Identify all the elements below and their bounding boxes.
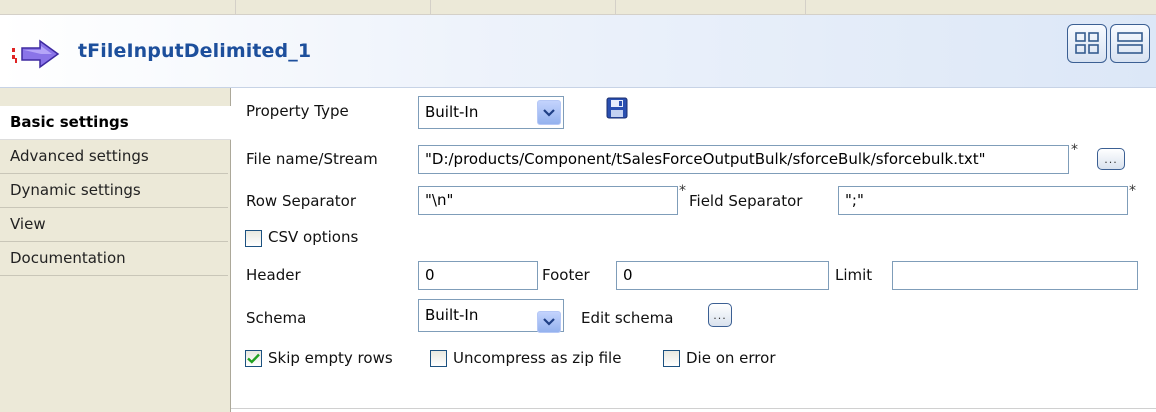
skip-empty-rows-label: Skip empty rows [268, 349, 393, 367]
file-name-label: File name/Stream [246, 150, 378, 168]
top-toolbar-strip [0, 0, 1156, 15]
list-layout-icon [1117, 32, 1143, 54]
file-name-required-mark: * [1071, 142, 1078, 158]
property-type-select[interactable]: Built-In [418, 96, 564, 129]
field-separator-label: Field Separator [689, 192, 803, 210]
settings-sidebar: Basic settings Advanced settings Dynamic… [0, 88, 231, 412]
file-input-delimited-icon [12, 39, 60, 69]
tab-basic-settings[interactable]: Basic settings [0, 106, 231, 140]
floppy-disk-icon[interactable] [606, 97, 628, 119]
strip-divider [805, 0, 806, 14]
die-on-error-checkbox[interactable] [663, 350, 680, 367]
panel-bottom-border [231, 408, 1156, 409]
grid-layout-button[interactable] [1067, 24, 1107, 63]
file-name-input[interactable]: "D:/products/Component/tSalesForceOutput… [418, 145, 1069, 174]
chevron-down-icon[interactable] [537, 311, 561, 333]
field-separator-required-mark: * [1129, 183, 1136, 199]
checkmark-icon [247, 353, 260, 364]
row-separator-label: Row Separator [246, 192, 357, 210]
schema-select[interactable]: Built-In [418, 299, 564, 333]
grid-layout-icon [1075, 32, 1099, 54]
limit-label: Limit [835, 266, 873, 284]
strip-divider [615, 0, 616, 14]
schema-value: Built-In [425, 306, 479, 324]
skip-empty-rows-checkbox[interactable] [245, 350, 262, 367]
property-type-label: Property Type [246, 102, 349, 120]
component-header: tFileInputDelimited_1 [0, 15, 1156, 88]
csv-options-checkbox[interactable] [245, 230, 262, 247]
tab-view[interactable]: View [0, 208, 228, 242]
schema-label: Schema [246, 309, 307, 327]
edit-schema-button[interactable]: ... [708, 303, 732, 327]
list-layout-button[interactable] [1110, 24, 1150, 63]
die-on-error-label: Die on error [686, 349, 776, 367]
chevron-down-icon[interactable] [537, 100, 561, 125]
uncompress-zip-label: Uncompress as zip file [453, 349, 622, 367]
tab-documentation[interactable]: Documentation [0, 242, 228, 276]
tab-advanced-settings[interactable]: Advanced settings [0, 140, 228, 174]
browse-file-button[interactable]: ... [1097, 148, 1125, 170]
uncompress-zip-checkbox[interactable] [430, 350, 447, 367]
header-label: Header [246, 266, 301, 284]
row-separator-required-mark: * [679, 183, 686, 199]
footer-label: Footer [542, 266, 590, 284]
footer-input[interactable]: 0 [616, 261, 829, 290]
basic-settings-panel: Property Type Built-In File name/Stream … [231, 88, 1156, 412]
field-separator-input[interactable]: ";" [838, 186, 1128, 215]
component-title: tFileInputDelimited_1 [78, 40, 312, 62]
header-input[interactable]: 0 [418, 261, 538, 290]
strip-divider [430, 0, 431, 14]
strip-divider [235, 0, 236, 14]
property-type-value: Built-In [425, 103, 479, 121]
edit-schema-label: Edit schema [581, 309, 674, 327]
row-separator-input[interactable]: "\n" [418, 186, 678, 215]
tab-dynamic-settings[interactable]: Dynamic settings [0, 174, 228, 208]
csv-options-label: CSV options [268, 228, 359, 246]
limit-input[interactable] [892, 261, 1138, 290]
